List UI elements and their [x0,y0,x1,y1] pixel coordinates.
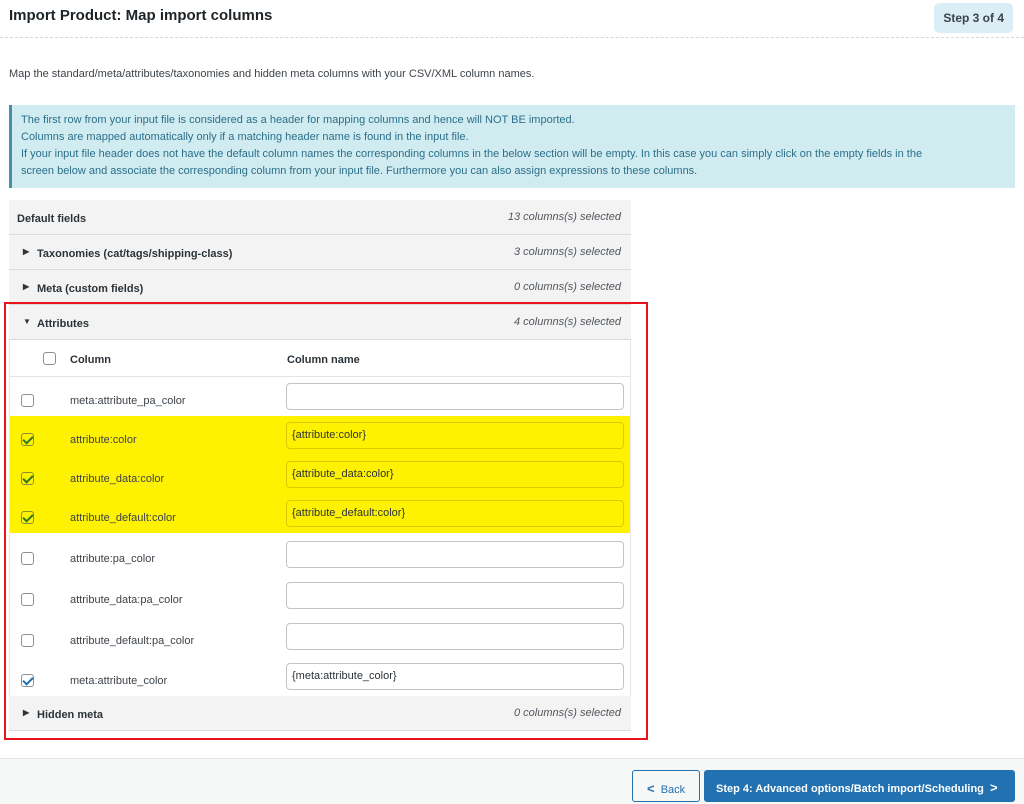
column-label: attribute_data:color [70,473,165,485]
row-checkbox[interactable] [21,433,34,446]
row-checkbox[interactable] [21,472,34,485]
notice-line: If your input file header does not have … [21,148,923,160]
row-checkbox[interactable] [21,552,34,565]
chevron-right-icon: > [990,780,998,795]
notice-line: Columns are mapped automatically only if… [21,131,469,143]
row-checkbox[interactable] [21,511,34,524]
section-count: 0 columns(s) selected [514,707,621,719]
caret-right-icon: ▶ [23,247,30,256]
column-name-input[interactable] [286,541,624,568]
section-label: Taxonomies (cat/tags/shipping-class) [37,248,233,260]
back-button[interactable]: < Back [632,770,700,802]
column-name-input[interactable]: {meta:attribute_color} [286,663,624,690]
intro-text: Map the standard/meta/attributes/taxonom… [9,68,535,80]
column-label: attribute_data:pa_color [70,594,183,606]
page-title: Import Product: Map import columns [9,7,273,24]
section-label: Hidden meta [37,709,104,721]
info-notice: The first row from your input file is co… [9,105,1015,188]
step-badge: Step 3 of 4 [934,3,1013,33]
column-label: meta:attribute_pa_color [70,395,186,407]
table-row: attribute:pa_color [10,535,630,574]
column-label: attribute:color [70,434,137,446]
section-label: Meta (custom fields) [37,283,144,295]
column-header: Column [70,354,111,366]
notice-line: The first row from your input file is co… [21,114,575,126]
section-count: 13 columns(s) selected [507,211,621,223]
attributes-table: Column Column name meta:attribute_pa_col… [9,340,631,696]
column-name-input[interactable]: {attribute_data:color} [286,461,624,488]
column-name-input[interactable] [286,582,624,609]
section-label: Default fields [17,213,87,225]
section-default-fields[interactable]: Default fields 13 columns(s) selected [9,200,631,235]
section-count: 3 columns(s) selected [514,246,621,258]
column-name-input[interactable]: {attribute:color} [286,422,624,449]
column-label: attribute:pa_color [70,553,155,565]
table-row: attribute_default:pa_color [10,617,630,656]
back-label: Back [660,784,686,796]
caret-right-icon: ▶ [23,282,30,291]
section-meta[interactable]: ▶ Meta (custom fields) 0 columns(s) sele… [9,270,631,305]
column-name-header: Column name [287,354,360,366]
section-taxonomies[interactable]: ▶ Taxonomies (cat/tags/shipping-class) 3… [9,235,631,270]
chevron-left-icon: < [647,781,655,796]
next-label: Step 4: Advanced options/Batch import/Sc… [716,783,984,795]
table-header: Column Column name [10,340,630,377]
section-label: Attributes [37,318,89,330]
select-all-checkbox[interactable] [43,352,56,365]
table-row: meta:attribute_color {meta:attribute_colo… [10,657,630,696]
section-attributes[interactable]: ▼ Attributes 4 columns(s) selected [9,305,631,340]
table-row: attribute_data:pa_color [10,576,630,615]
page-header: Import Product: Map import columns Step … [0,0,1024,38]
table-row: attribute:color {attribute:color} [10,416,630,455]
column-name-input[interactable]: {attribute_default:color} [286,500,624,527]
caret-down-icon: ▼ [23,317,31,326]
next-step-button[interactable]: Step 4: Advanced options/Batch import/Sc… [704,770,1015,802]
column-label: meta:attribute_color [70,675,168,687]
footer-bar: < Back Step 4: Advanced options/Batch im… [0,758,1024,804]
table-row: meta:attribute_pa_color [10,377,630,416]
notice-line: screen below and associate the correspon… [21,165,698,177]
column-name-input[interactable] [286,623,624,650]
row-checkbox[interactable] [21,593,34,606]
column-label: attribute_default:color [70,512,176,524]
column-name-input[interactable] [286,383,624,410]
caret-right-icon: ▶ [23,708,30,717]
row-checkbox[interactable] [21,674,34,687]
row-checkbox[interactable] [21,394,34,407]
table-row: attribute_data:color {attribute_data:colo… [10,455,630,494]
row-checkbox[interactable] [21,634,34,647]
mapping-panel: Default fields 13 columns(s) selected ▶ … [9,200,631,731]
section-hidden-meta[interactable]: ▶ Hidden meta 0 columns(s) selected [9,696,631,731]
section-count: 0 columns(s) selected [514,281,621,293]
section-count: 4 columns(s) selected [514,316,621,328]
column-label: attribute_default:pa_color [70,635,195,647]
table-row: attribute_default:color {attribute_defaul… [10,494,630,533]
